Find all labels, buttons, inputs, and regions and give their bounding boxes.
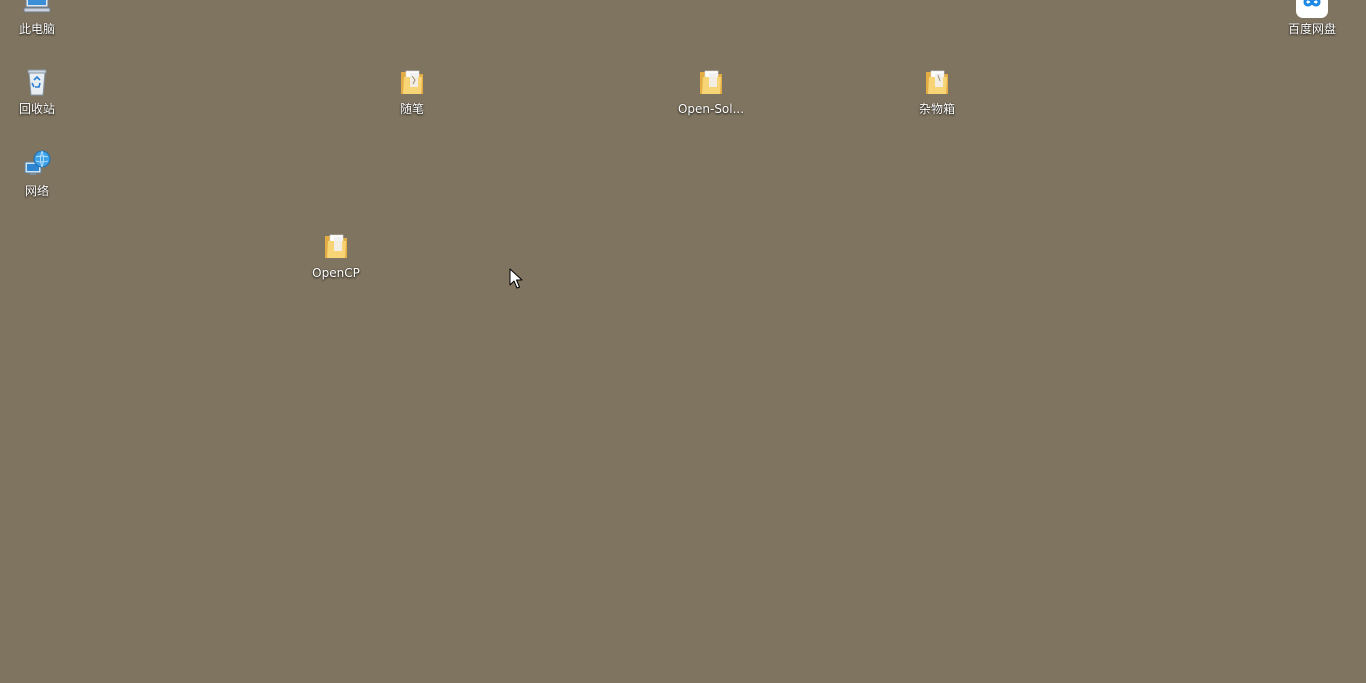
recycle-bin-icon bbox=[27, 69, 47, 96]
desktop-icon-label: Open-Sol... bbox=[677, 102, 745, 116]
desktop[interactable]: 此电脑 回收站 网络 随笔 Open-Sol... 杂物箱 OpenCP 百度网… bbox=[0, 0, 1366, 683]
desktop-icon-label: 此电脑 bbox=[18, 22, 55, 36]
desktop-icon-network[interactable]: 网络 bbox=[0, 148, 75, 222]
computer-icon bbox=[23, 0, 51, 13]
desktop-icon-folder-zawu[interactable]: 杂物箱 bbox=[899, 66, 975, 140]
desktop-icon-baidu-netdisk[interactable]: 百度网盘 bbox=[1274, 0, 1350, 60]
desktop-icon-label: 杂物箱 bbox=[918, 102, 955, 116]
baidu-netdisk-icon bbox=[1296, 0, 1328, 18]
folder-icon bbox=[700, 70, 722, 94]
desktop-icon-folder-suibi[interactable]: 随笔 bbox=[374, 66, 450, 140]
desktop-icon-folder-open-sol[interactable]: Open-Sol... bbox=[673, 66, 749, 140]
desktop-icon-label: 网络 bbox=[24, 184, 49, 198]
desktop-icon-label: 百度网盘 bbox=[1287, 22, 1336, 36]
desktop-icon-folder-opencp[interactable]: OpenCP bbox=[298, 230, 374, 304]
network-globe-icon bbox=[24, 150, 51, 175]
desktop-icon-recycle-bin[interactable]: 回收站 bbox=[0, 66, 75, 140]
folder-icon bbox=[926, 70, 948, 94]
desktop-icon-this-pc[interactable]: 此电脑 bbox=[0, 0, 75, 60]
mouse-cursor-icon bbox=[509, 268, 523, 289]
folder-icon bbox=[325, 234, 347, 258]
desktop-icon-label: OpenCP bbox=[312, 266, 360, 280]
folder-icon bbox=[401, 70, 423, 94]
desktop-icon-label: 随笔 bbox=[399, 102, 424, 116]
desktop-icon-label: 回收站 bbox=[18, 102, 55, 116]
